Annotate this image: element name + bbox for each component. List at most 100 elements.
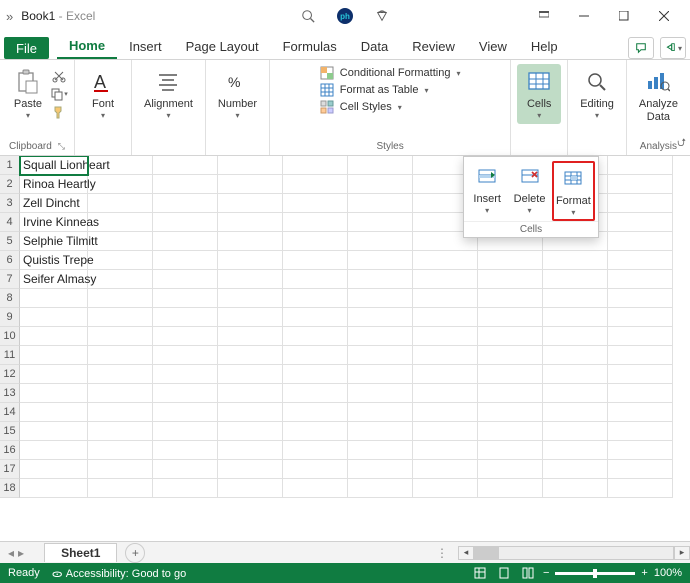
cell[interactable] (608, 175, 673, 194)
cell[interactable] (88, 270, 153, 289)
cell[interactable] (218, 270, 283, 289)
cell[interactable] (153, 422, 218, 441)
tab-data[interactable]: Data (349, 33, 400, 59)
zoom-slider[interactable] (555, 572, 635, 575)
qat-overflow-icon[interactable]: » (6, 9, 13, 24)
cut-icon[interactable] (50, 68, 68, 84)
cell[interactable] (543, 422, 608, 441)
search-icon[interactable] (301, 9, 315, 23)
analyze-data-button[interactable]: AnalyzeData (633, 64, 684, 128)
row-header[interactable]: 10 (0, 327, 20, 346)
cell[interactable] (413, 460, 478, 479)
view-page-break-button[interactable] (519, 565, 537, 581)
cell[interactable] (478, 384, 543, 403)
cell[interactable] (348, 384, 413, 403)
row-header[interactable]: 11 (0, 346, 20, 365)
tab-help[interactable]: Help (519, 33, 570, 59)
cell[interactable] (218, 479, 283, 498)
cell[interactable] (153, 232, 218, 251)
number-button[interactable]: % Number ▾ (212, 64, 263, 124)
cell[interactable] (543, 479, 608, 498)
cell[interactable] (283, 175, 348, 194)
zoom-in-button[interactable]: + (641, 567, 647, 579)
cell[interactable] (153, 156, 218, 175)
cell[interactable] (348, 251, 413, 270)
cell[interactable] (543, 441, 608, 460)
cell[interactable] (283, 270, 348, 289)
cell[interactable] (413, 289, 478, 308)
sheet-tab[interactable]: Sheet1 (44, 543, 117, 562)
cell[interactable]: Selphie Tilmitt (20, 232, 88, 251)
cell[interactable] (153, 270, 218, 289)
format-painter-icon[interactable] (50, 104, 68, 120)
cell[interactable] (283, 365, 348, 384)
cell[interactable] (20, 403, 88, 422)
cell[interactable] (543, 327, 608, 346)
row-header[interactable]: 17 (0, 460, 20, 479)
cell[interactable] (608, 365, 673, 384)
cell[interactable] (153, 403, 218, 422)
cell[interactable] (153, 327, 218, 346)
zoom-out-button[interactable]: − (543, 567, 549, 579)
cell[interactable] (608, 441, 673, 460)
cell[interactable] (88, 232, 153, 251)
cell[interactable]: Rinoa Heartly (20, 175, 88, 194)
tab-formulas[interactable]: Formulas (271, 33, 349, 59)
cell[interactable] (348, 213, 413, 232)
cell[interactable] (218, 327, 283, 346)
conditional-formatting-button[interactable]: Conditional Formatting▾ (320, 66, 461, 80)
tab-file[interactable]: File (4, 37, 49, 59)
cell[interactable] (608, 156, 673, 175)
cell[interactable] (348, 441, 413, 460)
cell[interactable] (283, 346, 348, 365)
cell[interactable] (348, 156, 413, 175)
cell-styles-button[interactable]: Cell Styles▾ (320, 100, 402, 114)
cell[interactable] (283, 327, 348, 346)
cell[interactable] (608, 232, 673, 251)
cell[interactable] (283, 194, 348, 213)
cell[interactable] (478, 479, 543, 498)
cell[interactable] (88, 384, 153, 403)
cell[interactable] (20, 460, 88, 479)
cell[interactable] (283, 479, 348, 498)
row-header[interactable]: 6 (0, 251, 20, 270)
cell[interactable] (478, 327, 543, 346)
minimize-button[interactable] (564, 2, 604, 30)
row-header[interactable]: 2 (0, 175, 20, 194)
hscroll-thumb[interactable] (475, 547, 499, 559)
paste-button[interactable]: Paste ▾ (6, 64, 50, 124)
tab-home[interactable]: Home (57, 33, 117, 59)
cell[interactable] (543, 384, 608, 403)
cell[interactable] (543, 365, 608, 384)
cell[interactable] (478, 308, 543, 327)
cell[interactable] (608, 346, 673, 365)
row-header[interactable]: 13 (0, 384, 20, 403)
cell[interactable] (413, 327, 478, 346)
view-page-layout-button[interactable] (495, 565, 513, 581)
cell[interactable] (283, 213, 348, 232)
cell[interactable] (218, 232, 283, 251)
cell[interactable] (348, 308, 413, 327)
cell[interactable]: Zell Dincht (20, 194, 88, 213)
cell[interactable] (348, 346, 413, 365)
row-header[interactable]: 8 (0, 289, 20, 308)
cell[interactable] (608, 479, 673, 498)
cell[interactable] (88, 422, 153, 441)
cell[interactable] (283, 308, 348, 327)
ribbon-collapse-icon[interactable]: ⮍ (677, 134, 686, 153)
row-header[interactable]: 15 (0, 422, 20, 441)
cell[interactable] (543, 251, 608, 270)
cell[interactable] (20, 479, 88, 498)
cell[interactable] (218, 346, 283, 365)
share-button[interactable]: ▾ (660, 37, 686, 59)
cell[interactable] (348, 365, 413, 384)
cell[interactable] (608, 270, 673, 289)
cell[interactable] (283, 403, 348, 422)
cell[interactable] (478, 270, 543, 289)
cell[interactable] (88, 460, 153, 479)
cell[interactable] (478, 346, 543, 365)
cell[interactable] (608, 194, 673, 213)
cell[interactable] (283, 156, 348, 175)
cell[interactable] (413, 251, 478, 270)
cell[interactable] (88, 289, 153, 308)
